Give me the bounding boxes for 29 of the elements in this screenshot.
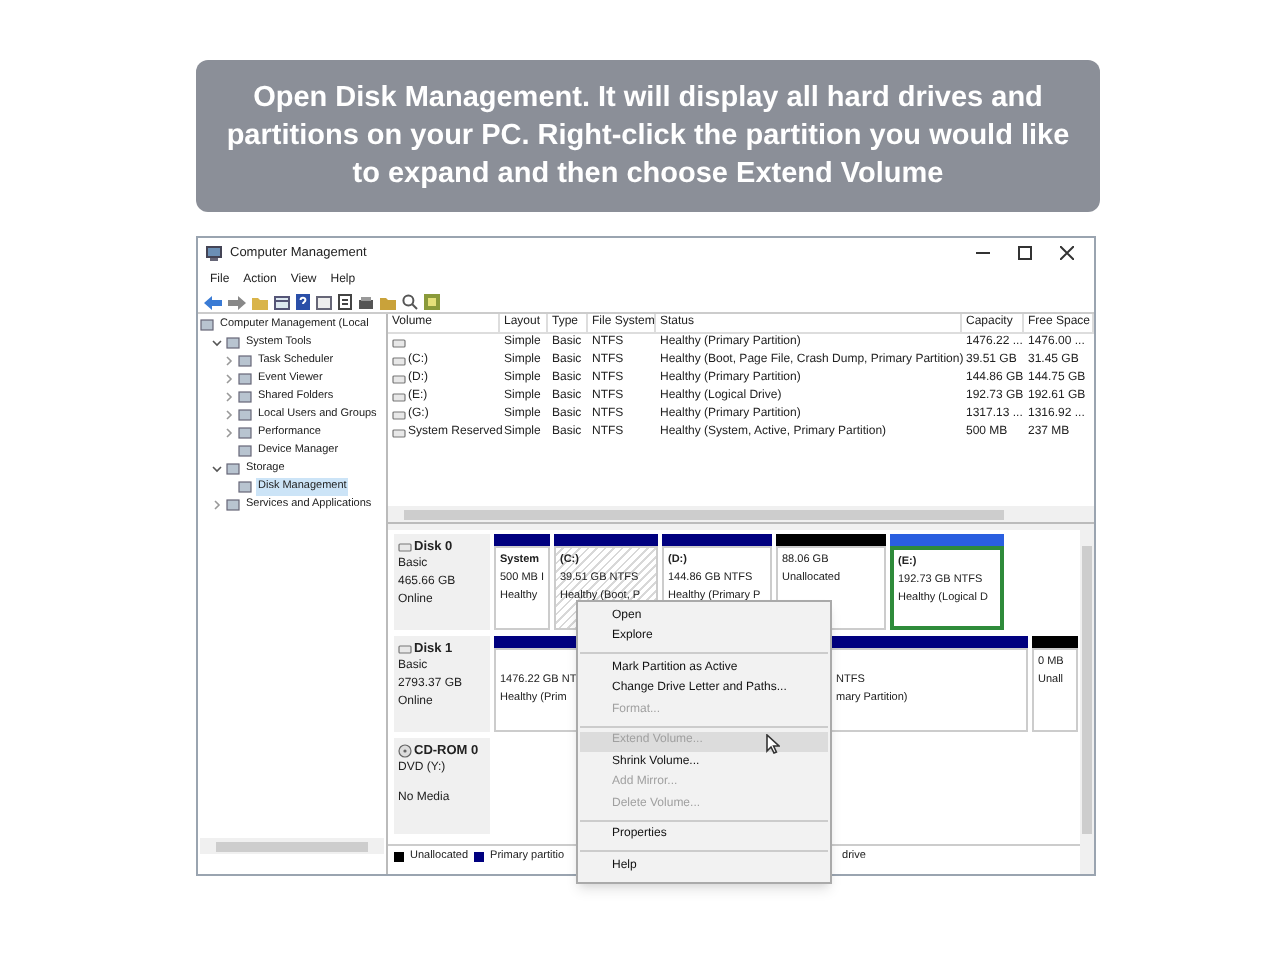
chevron-right-icon[interactable] — [224, 410, 234, 420]
folder-icon[interactable] — [380, 295, 396, 309]
chevron-right-icon[interactable] — [224, 356, 234, 366]
panel-icon[interactable] — [316, 295, 332, 309]
search-icon[interactable] — [402, 294, 418, 310]
disc-icon — [398, 744, 412, 758]
instruction-banner: Open Disk Management. It will display all hard drives and partitions on your PC. Right-click the partition you would like to expand and then choose Extend Volume — [196, 60, 1100, 212]
vertical-scrollbar[interactable] — [1080, 530, 1094, 874]
chevron-down-icon[interactable] — [212, 464, 222, 474]
chevron-right-icon[interactable] — [224, 428, 234, 438]
drive-icon[interactable] — [358, 295, 374, 309]
mouse-cursor-icon — [766, 734, 780, 754]
folder-icon[interactable] — [252, 295, 268, 309]
help-icon[interactable] — [296, 294, 310, 310]
chevron-right-icon[interactable] — [212, 500, 222, 510]
horizontal-scrollbar[interactable] — [388, 506, 1094, 522]
panel-icon[interactable] — [274, 295, 290, 309]
maximize-icon[interactable] — [1018, 246, 1032, 260]
horizontal-scrollbar[interactable] — [200, 838, 384, 854]
forward-arrow-icon[interactable] — [228, 295, 246, 309]
chevron-down-icon[interactable] — [212, 338, 222, 348]
computer-icon — [206, 245, 222, 261]
close-icon[interactable] — [1060, 246, 1074, 260]
tool-icon[interactable] — [424, 294, 440, 310]
chevron-right-icon[interactable] — [224, 392, 234, 402]
document-icon[interactable] — [338, 294, 352, 310]
minimize-icon[interactable] — [976, 246, 990, 260]
chevron-right-icon[interactable] — [224, 374, 234, 384]
back-arrow-icon[interactable] — [204, 295, 222, 309]
